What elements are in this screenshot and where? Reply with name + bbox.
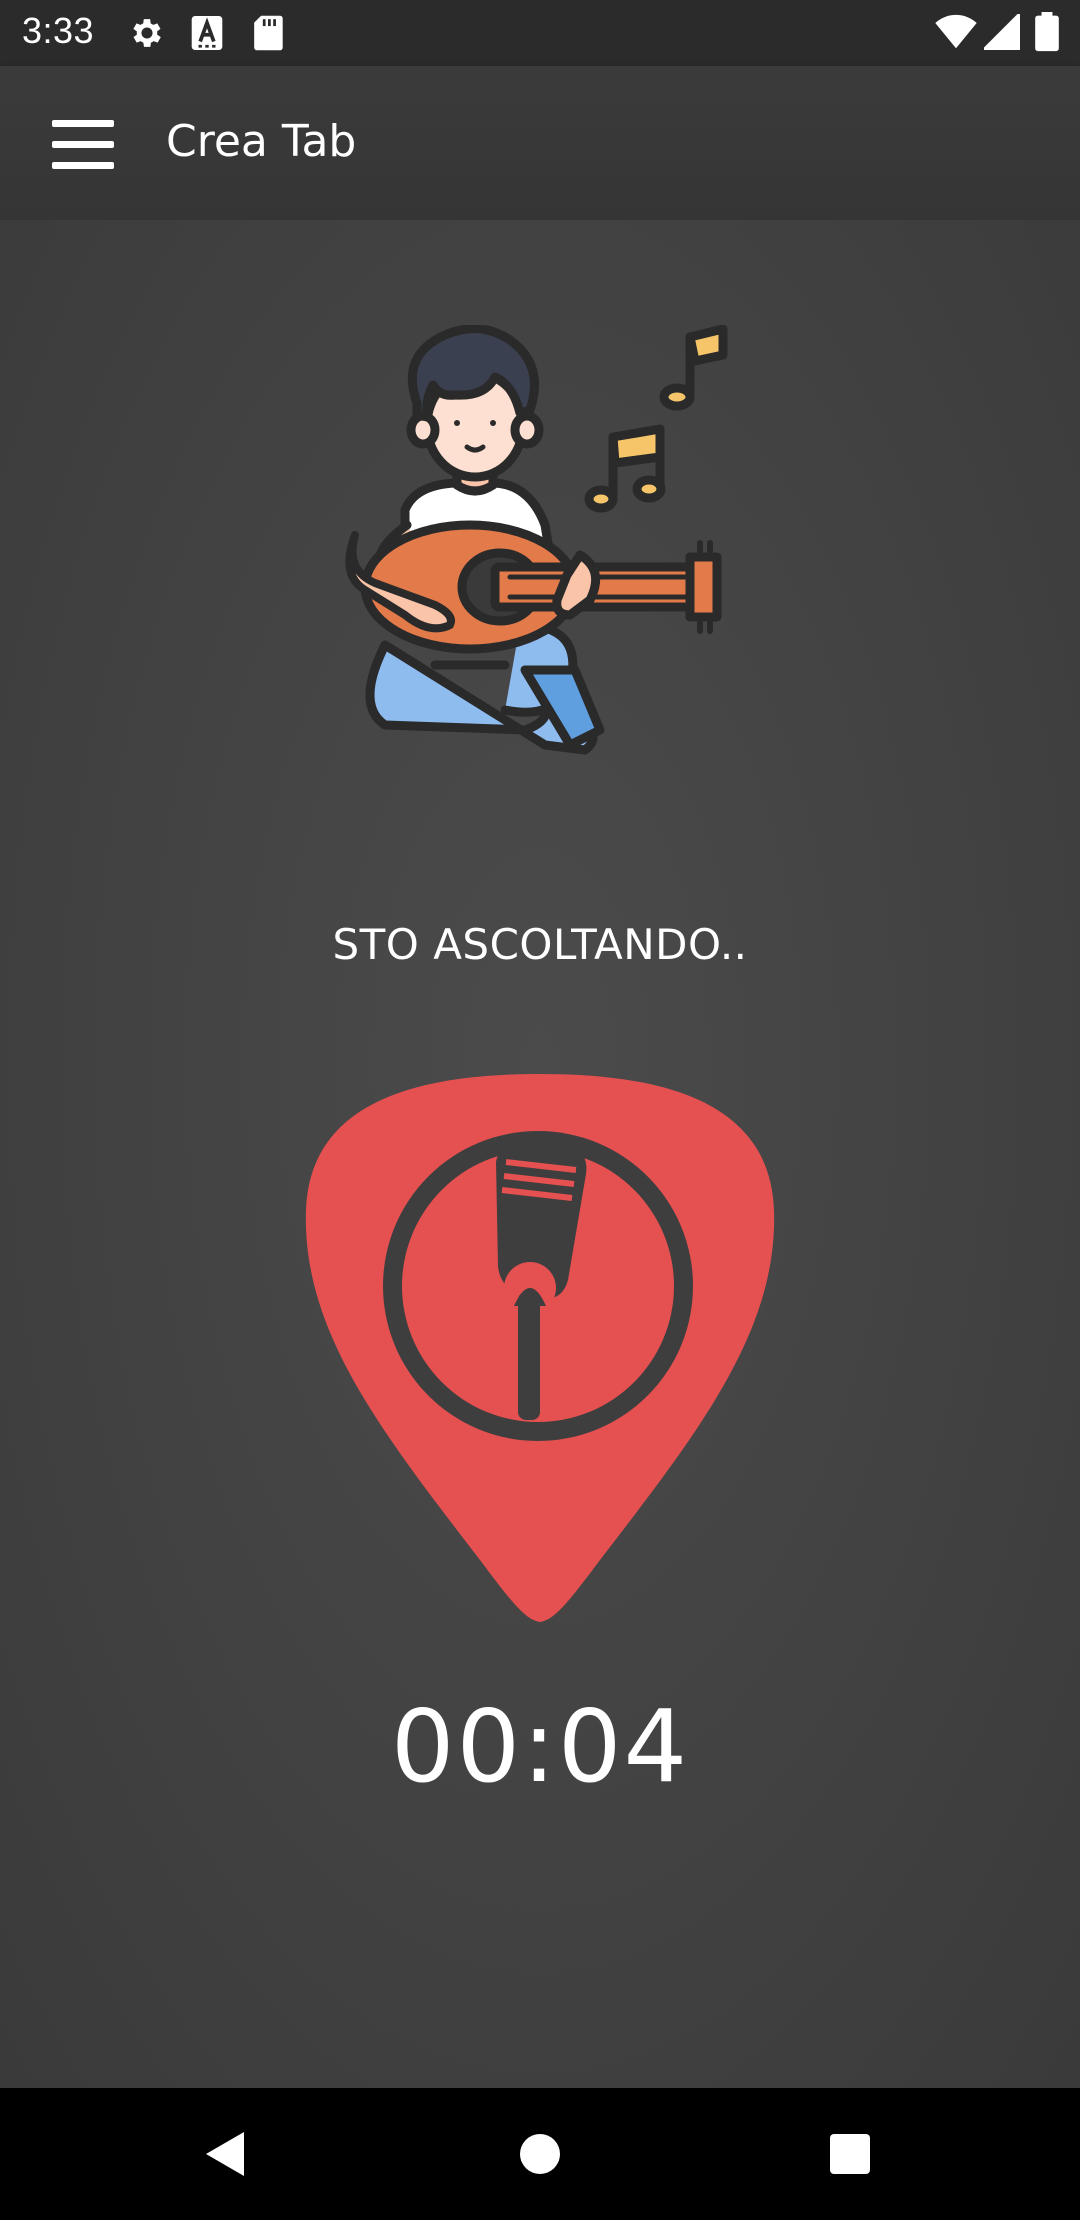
battery-icon [1035, 12, 1059, 52]
wifi-icon [935, 14, 977, 49]
record-button[interactable] [300, 1070, 780, 1626]
app-bar: Crea Tab [0, 66, 1080, 220]
home-circle-icon[interactable] [510, 2124, 570, 2184]
navigation-bar [0, 2088, 1080, 2220]
hamburger-menu-icon[interactable] [40, 114, 124, 174]
back-triangle-icon[interactable] [196, 2124, 256, 2184]
status-time: 3:33 [22, 10, 95, 51]
main-content: STO ASCOLTANDO.. 00:04 [0, 220, 1080, 2088]
screen: 3:33 Crea Tab STO ASCOLTANDO.. 00:04 [0, 0, 1080, 2220]
settings-icon [133, 19, 161, 47]
app-title: Crea Tab [166, 116, 357, 167]
sd-card-icon [254, 15, 283, 51]
recents-square-icon[interactable] [820, 2124, 880, 2184]
status-bar: 3:33 [0, 0, 1080, 66]
guitar-player-illustration [345, 325, 728, 755]
signal-icon [984, 14, 1020, 50]
font-icon [191, 16, 223, 50]
recording-timer: 00:04 [390, 1688, 690, 1805]
listening-status-text: STO ASCOLTANDO.. [332, 920, 748, 969]
